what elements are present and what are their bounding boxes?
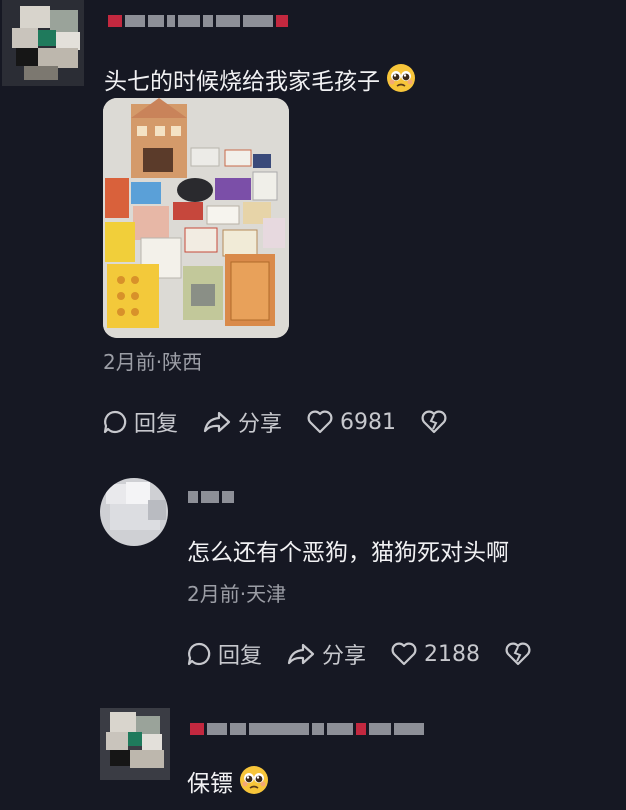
dislike-button[interactable] [420, 409, 454, 435]
like-count: 6981 [340, 409, 397, 435]
reply-bubble-icon [103, 410, 127, 434]
broken-heart-icon [505, 642, 531, 666]
comment-text: 头七的时候烧给我家毛孩子 [104, 62, 416, 99]
like-button[interactable]: 2188 [390, 641, 480, 667]
reply-label: 回复 [134, 412, 179, 437]
comment-text: 保镖 [187, 764, 269, 801]
share-label: 分享 [238, 412, 283, 437]
share-label: 分享 [322, 644, 367, 669]
like-button[interactable]: 6981 [306, 409, 396, 435]
commenter-name-blurred[interactable] [188, 490, 234, 504]
dislike-button[interactable] [504, 641, 538, 667]
paper-offerings-photo-icon [103, 98, 289, 338]
pleading-face-emoji-icon [386, 63, 416, 99]
commenter-avatar[interactable] [100, 478, 168, 546]
reply-button[interactable]: 回复 [186, 638, 262, 670]
commenter-avatar[interactable] [2, 0, 84, 86]
heart-icon [391, 642, 417, 666]
share-arrow-icon [287, 643, 315, 665]
reply-button[interactable]: 回复 [102, 406, 178, 438]
share-arrow-icon [203, 411, 231, 433]
reply-label: 回复 [218, 644, 263, 669]
broken-heart-icon [421, 410, 447, 434]
comment-actions: 回复 分享 2188 [186, 638, 562, 670]
comment-text-content: 保镖 [187, 771, 233, 797]
comment-meta: 2月前·天津 [187, 582, 287, 606]
comment-actions: 回复 分享 6981 [102, 406, 478, 438]
commenter-avatar[interactable] [100, 708, 170, 780]
comment-text: 怎么还有个恶狗，猫狗死对头啊 [187, 540, 509, 566]
share-button[interactable]: 分享 [202, 406, 282, 438]
comment-meta: 2月前·陕西 [103, 350, 203, 374]
share-button[interactable]: 分享 [286, 638, 366, 670]
reply-bubble-icon [187, 642, 211, 666]
commenter-name-blurred[interactable] [108, 14, 288, 28]
comment-photo[interactable] [103, 98, 289, 338]
like-count: 2188 [424, 641, 481, 667]
comment-text-content: 头七的时候烧给我家毛孩子 [104, 69, 380, 95]
pleading-face-emoji-icon [239, 765, 269, 801]
commenter-name-blurred[interactable] [190, 722, 424, 736]
heart-icon [307, 410, 333, 434]
